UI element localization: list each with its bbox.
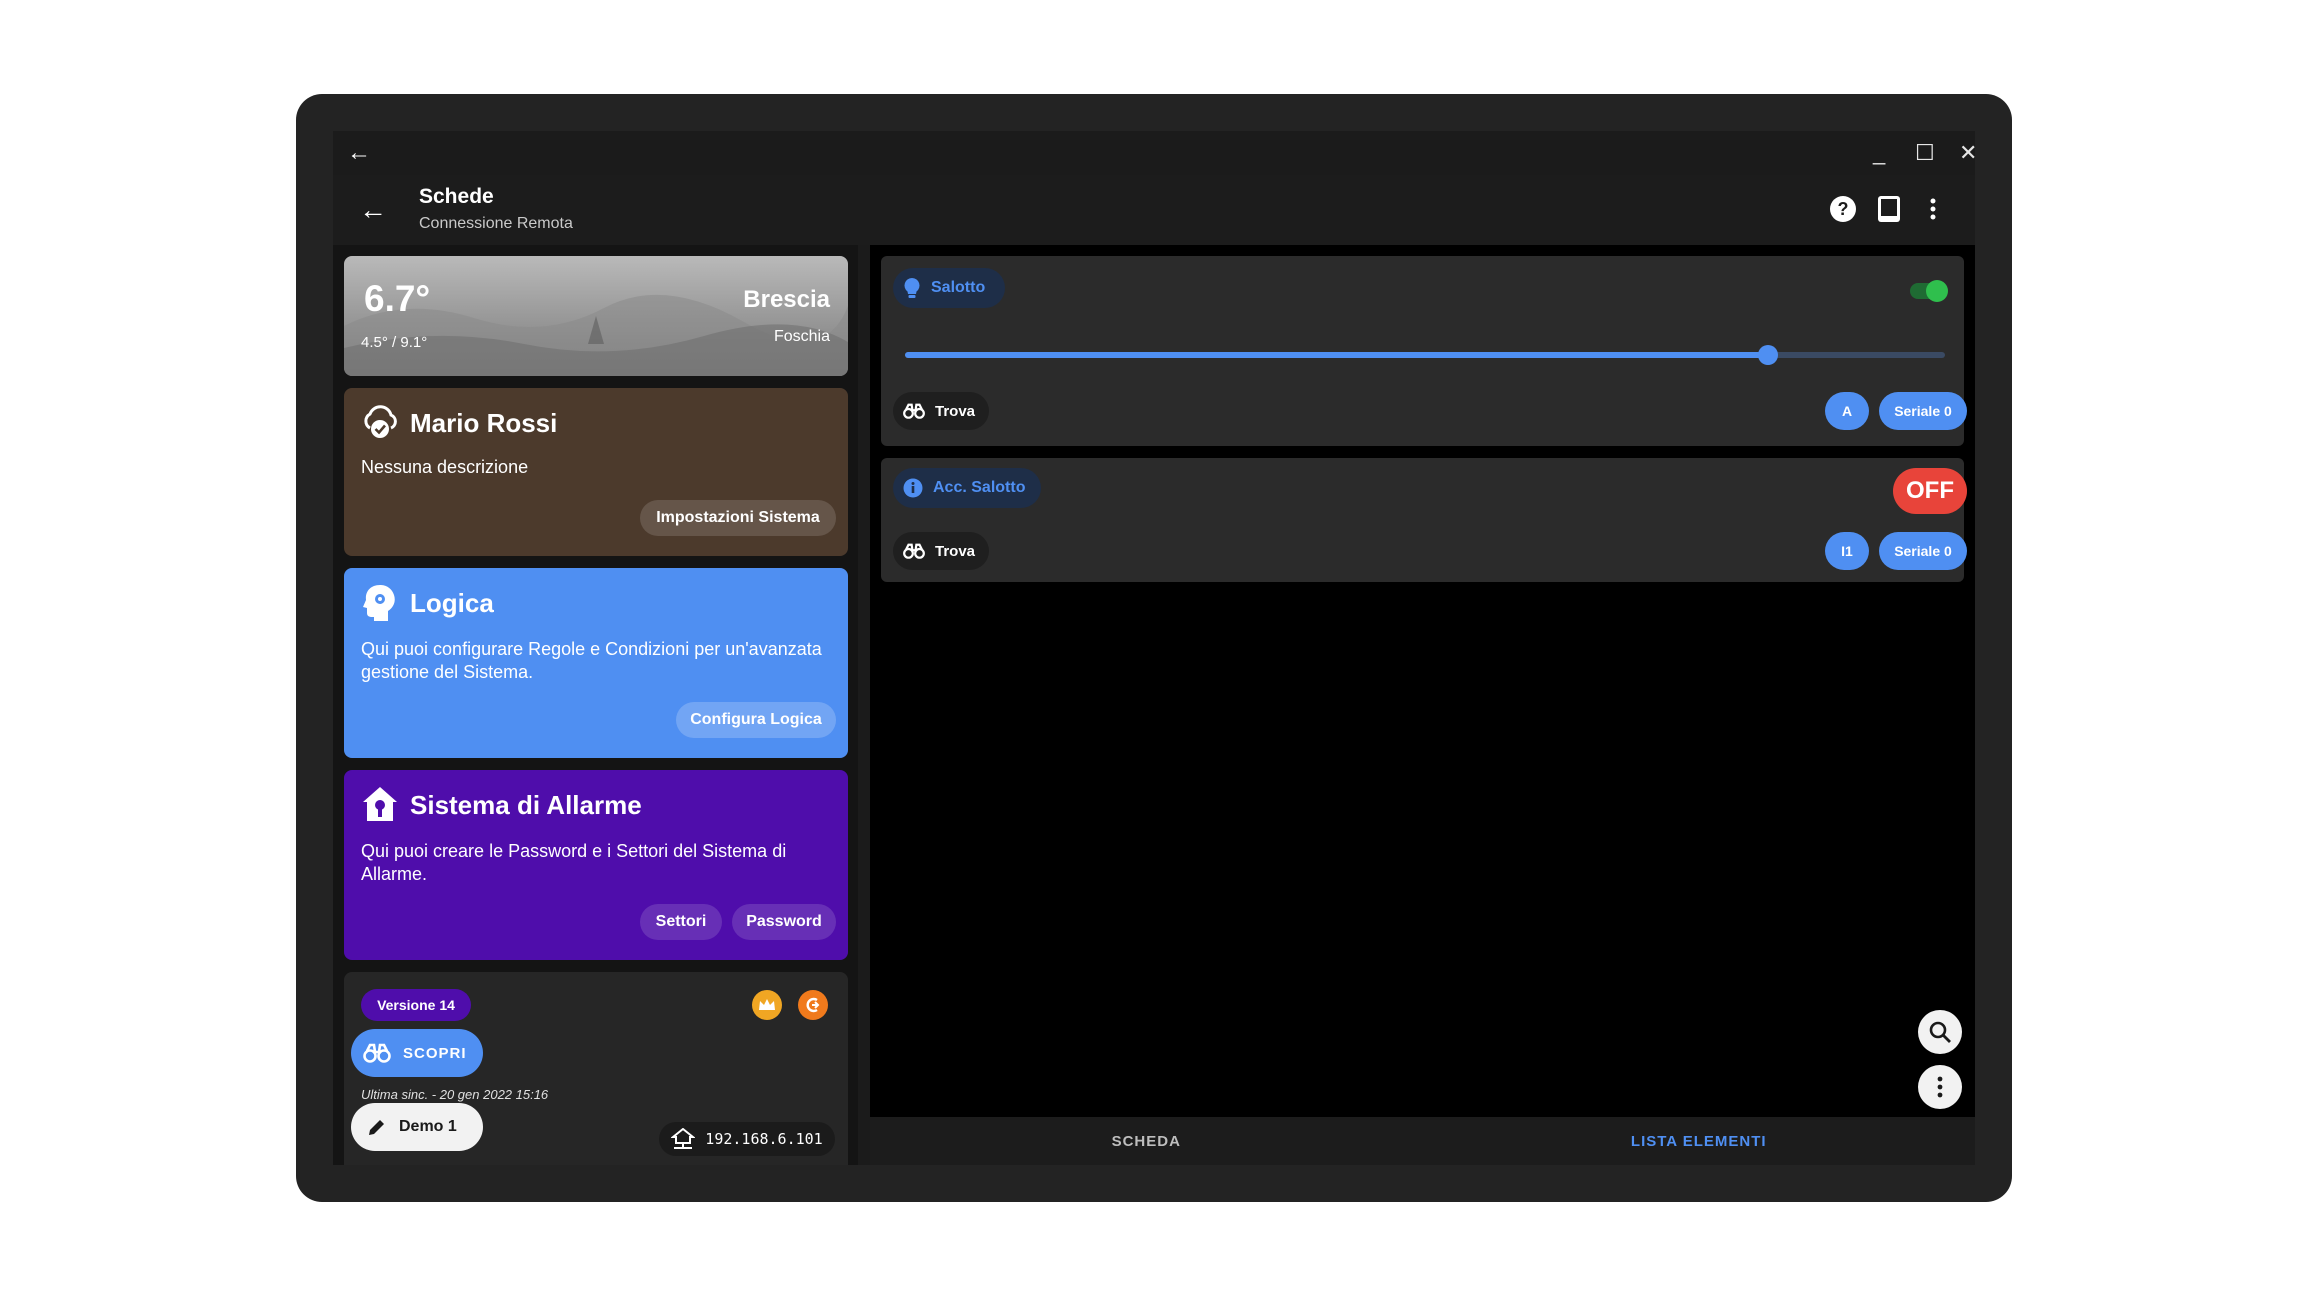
more-vert-icon: [1937, 1076, 1943, 1098]
discover-button[interactable]: SCOPRI: [351, 1029, 483, 1077]
maximize-button[interactable]: ☐: [1915, 139, 1935, 167]
tab-lista-elementi[interactable]: LISTA ELEMENTI: [1423, 1117, 1976, 1165]
cloud-check-icon: [364, 405, 397, 438]
dimmer-slider[interactable]: [905, 345, 1945, 365]
state-off-badge[interactable]: OFF: [1893, 468, 1967, 514]
temperature: 6.7°: [364, 278, 431, 319]
sectors-button[interactable]: Settori: [640, 904, 722, 940]
remote-access-icon[interactable]: [798, 990, 828, 1020]
switch-thumb: [1926, 280, 1948, 302]
panel-divider: [858, 245, 870, 1165]
serial-badge: Seriale 0: [1879, 392, 1967, 430]
binoculars-icon: [363, 1043, 391, 1063]
crown-icon[interactable]: [752, 990, 782, 1020]
binoculars-icon: [903, 543, 925, 559]
weather-condition: Foschia: [773, 328, 830, 345]
close-button[interactable]: ✕: [1959, 139, 1975, 167]
ip-address-chip: 192.168.6.101: [659, 1122, 835, 1156]
slider-fill: [905, 352, 1769, 358]
binoculars-icon: [903, 403, 925, 419]
ip-address: 192.168.6.101: [705, 1130, 823, 1148]
temperature-range: 4.5° / 9.1°: [361, 334, 428, 351]
password-button[interactable]: Password: [732, 904, 836, 940]
svg-text:?: ?: [1838, 199, 1849, 219]
find-button[interactable]: Trova: [893, 532, 989, 570]
search-icon: [1929, 1021, 1951, 1043]
configure-logic-button[interactable]: Configura Logica: [676, 702, 836, 738]
find-button[interactable]: Trova: [893, 392, 989, 430]
serial-badge: Seriale 0: [1879, 532, 1967, 570]
window-titlebar: ← _ ☐ ✕: [333, 131, 1975, 175]
house-key-icon: [363, 787, 397, 821]
window-back-button[interactable]: ←: [347, 139, 371, 167]
minimize-button[interactable]: _: [1873, 139, 1885, 167]
pencil-icon: [369, 1120, 384, 1135]
page-subtitle: Connessione Remota: [419, 215, 573, 232]
logic-title: Logica: [410, 588, 494, 618]
left-panel: 6.7° 4.5° / 9.1° Brescia Foschia Mario R…: [333, 245, 858, 1165]
logic-description: Qui puoi configurare Regole e Condizioni…: [361, 639, 822, 682]
element-name: Acc. Salotto: [933, 479, 1026, 496]
logic-card: Logica Qui puoi configurare Regole e Con…: [344, 568, 848, 758]
element-name-chip[interactable]: Salotto: [893, 268, 1005, 308]
element-name-chip[interactable]: Acc. Salotto: [893, 468, 1041, 508]
alarm-description: Qui puoi creare le Password e i Settori …: [361, 841, 787, 884]
status-card: Versione 14 SCOPRI Ultima sinc. - 20 gen…: [344, 972, 848, 1165]
system-settings-button[interactable]: Impostazioni Sistema: [640, 500, 836, 536]
more-vert-icon[interactable]: [1917, 193, 1949, 225]
power-switch[interactable]: [1910, 280, 1948, 302]
page-title: Schede: [419, 185, 494, 208]
user-description: Nessuna descrizione: [361, 457, 529, 477]
help-icon[interactable]: ?: [1827, 193, 1859, 225]
demo-edit-button[interactable]: Demo 1: [351, 1103, 483, 1151]
find-label: Trova: [935, 402, 976, 420]
city-name: Brescia: [743, 286, 830, 313]
info-icon: [903, 478, 923, 498]
elements-panel: Salotto Trova A Seriale 0 Acc. Salotto O…: [870, 245, 1975, 1165]
alarm-title: Sistema di Allarme: [410, 790, 642, 820]
last-sync: Ultima sinc. - 20 gen 2022 15:16: [361, 1087, 549, 1102]
app-window: ← _ ☐ ✕ ← Schede Connessione Remota ? 6.…: [333, 131, 1975, 1165]
lightbulb-icon: [904, 278, 920, 298]
element-name: Salotto: [931, 279, 986, 296]
element-card-acc-salotto: Acc. Salotto OFF Trova I1 Seriale 0: [881, 458, 1967, 582]
bottom-tabs: SCHEDA LISTA ELEMENTI: [870, 1117, 1975, 1165]
version-badge: Versione 14: [361, 989, 471, 1021]
element-card-salotto: Salotto Trova A Seriale 0: [881, 256, 1967, 446]
search-fab[interactable]: [1918, 1010, 1962, 1054]
network-home-icon: [671, 1128, 696, 1149]
alarm-card: Sistema di Allarme Qui puoi creare le Pa…: [344, 770, 848, 960]
user-name: Mario Rossi: [410, 408, 558, 438]
find-label: Trova: [935, 542, 976, 560]
discover-label: SCOPRI: [403, 1044, 467, 1062]
app-bar: ← Schede Connessione Remota ?: [333, 175, 1975, 245]
back-button[interactable]: ←: [359, 195, 387, 225]
head-gear-icon: [363, 585, 395, 621]
channel-badge: I1: [1825, 532, 1869, 570]
more-fab[interactable]: [1918, 1065, 1962, 1109]
tab-scheda[interactable]: SCHEDA: [870, 1117, 1423, 1165]
slider-thumb[interactable]: [1758, 345, 1779, 365]
weather-card[interactable]: 6.7° 4.5° / 9.1° Brescia Foschia: [344, 256, 848, 376]
channel-badge: A: [1825, 392, 1869, 430]
demo-label: Demo 1: [399, 1118, 457, 1135]
tablet-icon[interactable]: [1873, 193, 1905, 225]
user-card: Mario Rossi Nessuna descrizione Impostaz…: [344, 388, 848, 556]
